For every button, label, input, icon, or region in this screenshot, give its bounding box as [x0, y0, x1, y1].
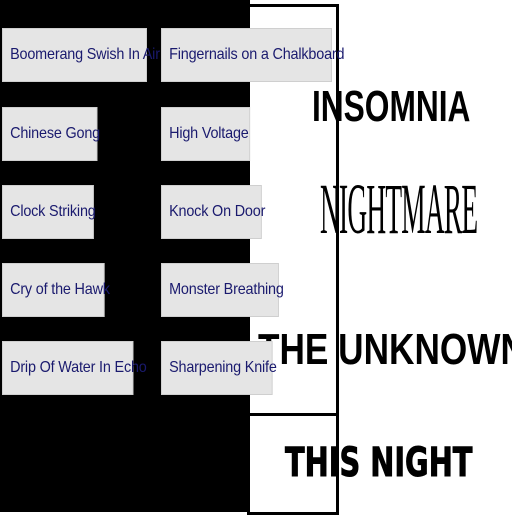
title-insomnia: INSOMNIA	[312, 82, 471, 131]
sound-button-knock-on-door[interactable]: Knock On Door	[161, 185, 265, 239]
sound-button-chinese-gong[interactable]: Chinese Gong	[2, 107, 100, 161]
sound-button-high-voltage[interactable]: High Voltage	[161, 107, 251, 161]
title-the-unknown: THE UNKNOWN	[258, 325, 512, 374]
sound-button-drip-of-water[interactable]: Drip Of Water In Echo	[2, 341, 147, 395]
sound-button-fingernails[interactable]: Fingernails on a Chalkboard	[161, 28, 345, 82]
sound-button-sharpening-knife[interactable]: Sharpening Knife	[161, 341, 277, 395]
title-nightmare: NIGHTMARE	[320, 169, 478, 249]
sound-button-boomerang[interactable]: Boomerang Swish In Air	[2, 28, 160, 82]
sound-button-clock-striking[interactable]: Clock Striking	[2, 185, 96, 239]
sound-button-monster-breathing[interactable]: Monster Breathing	[161, 263, 284, 317]
sound-button-cry-of-the-hawk[interactable]: Cry of the Hawk	[2, 263, 110, 317]
title-this-night: THIS NIGHT	[285, 440, 473, 487]
